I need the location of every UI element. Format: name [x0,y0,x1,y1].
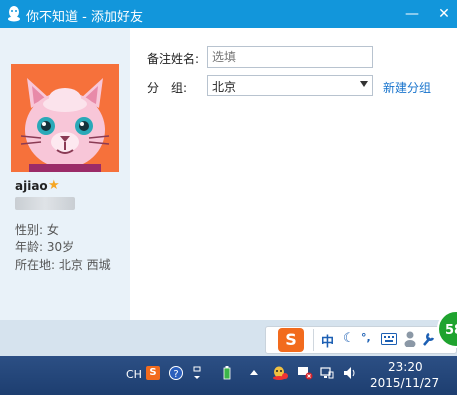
sogou-tray-icon[interactable]: S [146,366,160,380]
remark-name-input[interactable] [207,46,373,68]
volume-icon[interactable] [343,366,357,380]
group-label: 分 组: [147,81,188,95]
group-select-value: 北京 [212,80,237,94]
avatar[interactable] [11,64,119,172]
wrench-icon[interactable] [421,331,435,347]
ime-options-icon[interactable] [192,366,202,380]
gender-info: 性别: 女 [15,223,59,237]
minimize-button[interactable]: — [402,4,422,24]
age-info: 年龄: 30岁 [15,240,75,254]
network-icon[interactable] [320,366,334,380]
svg-text:?: ? [173,369,178,380]
group-select[interactable]: 北京 [207,75,373,96]
star-icon: ★ [48,178,60,193]
window-title: 你不知道 - 添加好友 [26,10,143,25]
dropdown-arrow-icon [360,81,368,87]
qq-penguin-icon [8,6,20,22]
battery-icon[interactable] [222,366,232,380]
close-button[interactable]: ✕ [434,4,454,24]
sogou-logo-icon[interactable]: S [278,328,304,352]
location-info: 所在地: 北京 西城 [15,258,111,272]
ime-chinese-mode[interactable]: 中 [321,331,334,350]
ime-divider [313,329,314,351]
help-icon[interactable]: ? [169,366,183,380]
clock-time[interactable]: 23:20 [388,360,423,374]
title-bar: 你不知道 - 添加好友 — ✕ [0,0,457,28]
moon-icon[interactable]: ☾ [343,331,355,346]
flag-alert-icon[interactable] [297,366,313,380]
user-icon[interactable] [404,331,416,347]
new-group-link[interactable]: 新建分组 [383,79,431,96]
clock-date[interactable]: 2015/11/27 [370,376,439,390]
ime-punctuation[interactable]: °, [361,331,371,344]
remark-label: 备注姓名: [147,52,200,66]
language-indicator[interactable]: CH [126,368,142,381]
show-hidden-icons-arrow-icon[interactable] [249,366,259,380]
qq-tray-icon[interactable] [272,366,288,380]
keyboard-icon[interactable] [381,333,397,345]
nickname: ajiao [15,179,48,193]
cat-avatar-image [11,64,119,172]
masked-account-number [15,197,75,210]
